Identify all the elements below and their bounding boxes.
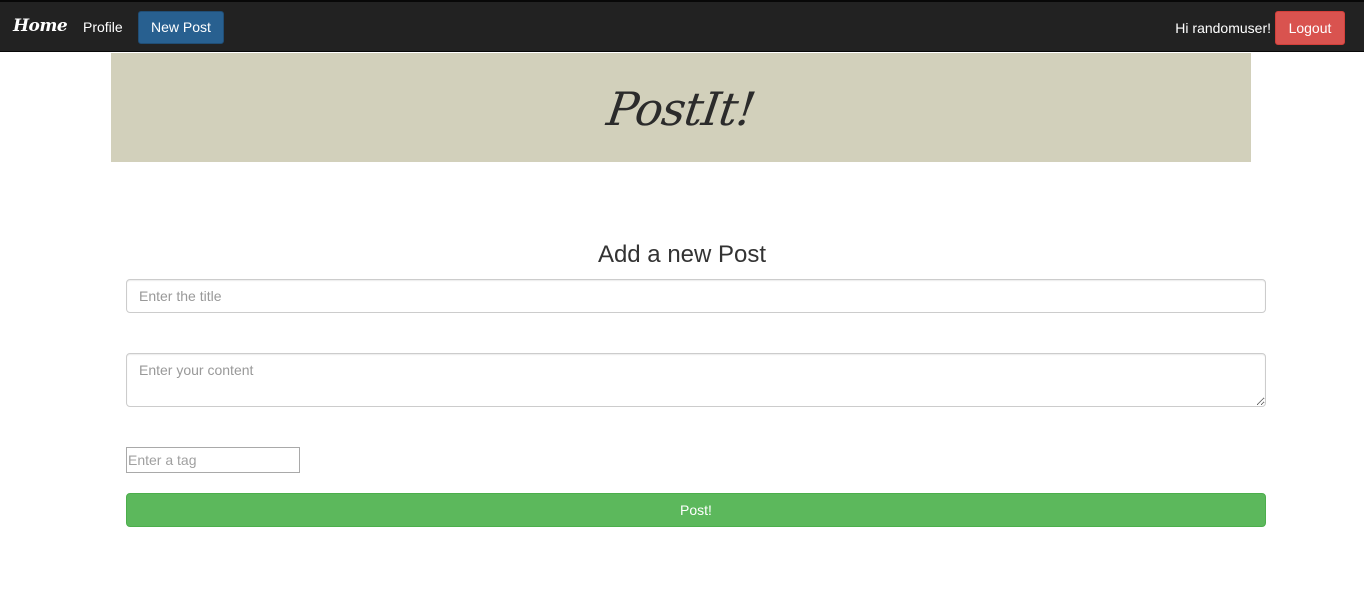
home-brand-link[interactable]: Home <box>13 15 68 37</box>
site-logo-title: PostIt! <box>603 82 759 136</box>
nav-profile-link[interactable]: Profile <box>70 11 136 44</box>
logout-button[interactable]: Logout <box>1275 11 1345 45</box>
form-heading: Add a new Post <box>597 241 767 268</box>
post-title-input[interactable] <box>126 279 1266 313</box>
nav-new-post-link[interactable]: New Post <box>138 11 224 44</box>
post-content-textarea[interactable] <box>126 353 1266 407</box>
top-navbar: Home Profile New Post Hi randomuser! Log… <box>0 0 1364 52</box>
site-banner: PostIt! <box>111 53 1251 162</box>
post-tag-input[interactable] <box>126 447 300 473</box>
post-submit-button[interactable]: Post! <box>126 493 1266 527</box>
user-greeting: Hi randomuser! <box>1175 20 1271 36</box>
